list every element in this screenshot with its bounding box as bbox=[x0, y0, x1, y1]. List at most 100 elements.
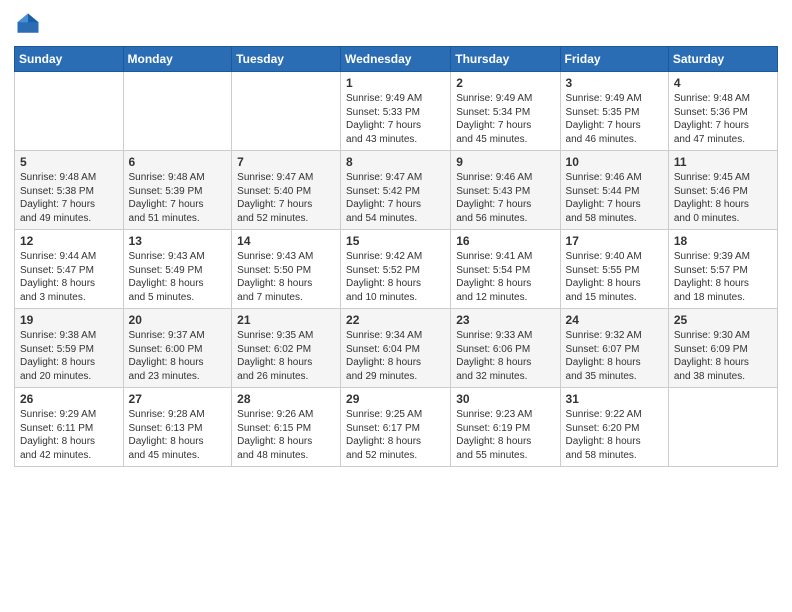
day-info: Sunrise: 9:45 AM Sunset: 5:46 PM Dayligh… bbox=[674, 171, 772, 225]
day-info: Sunrise: 9:48 AM Sunset: 5:36 PM Dayligh… bbox=[674, 92, 772, 146]
page: SundayMondayTuesdayWednesdayThursdayFrid… bbox=[0, 0, 792, 612]
day-number: 7 bbox=[237, 155, 335, 169]
day-info: Sunrise: 9:35 AM Sunset: 6:02 PM Dayligh… bbox=[237, 329, 335, 383]
day-cell: 3 Sunrise: 9:49 AM Sunset: 5:35 PM Daylig… bbox=[560, 72, 668, 151]
day-cell: 11 Sunrise: 9:45 AM Sunset: 5:46 PM Dayli… bbox=[668, 151, 777, 230]
day-info: Sunrise: 9:49 AM Sunset: 5:35 PM Dayligh… bbox=[566, 92, 663, 146]
day-number: 3 bbox=[566, 76, 663, 90]
day-cell: 29Sunrise: 9:25 AM Sunset: 6:17 PM Dayli… bbox=[341, 388, 451, 467]
week-row-2: 5 Sunrise: 9:48 AM Sunset: 5:38 PM Daylig… bbox=[15, 151, 778, 230]
day-number: 28 bbox=[237, 392, 335, 406]
day-cell: 30Sunrise: 9:23 AM Sunset: 6:19 PM Dayli… bbox=[451, 388, 560, 467]
day-cell: 8 Sunrise: 9:47 AM Sunset: 5:42 PM Daylig… bbox=[341, 151, 451, 230]
weekday-header-saturday: Saturday bbox=[668, 47, 777, 72]
day-number: 1 bbox=[346, 76, 445, 90]
day-cell: 19Sunrise: 9:38 AM Sunset: 5:59 PM Dayli… bbox=[15, 309, 124, 388]
day-info: Sunrise: 9:28 AM Sunset: 6:13 PM Dayligh… bbox=[129, 408, 227, 462]
day-cell: 21 Sunrise: 9:35 AM Sunset: 6:02 PM Dayli… bbox=[232, 309, 341, 388]
header bbox=[14, 10, 778, 38]
day-info: Sunrise: 9:34 AM Sunset: 6:04 PM Dayligh… bbox=[346, 329, 445, 383]
day-cell: 9 Sunrise: 9:46 AM Sunset: 5:43 PM Daylig… bbox=[451, 151, 560, 230]
day-cell: 28 Sunrise: 9:26 AM Sunset: 6:15 PM Dayli… bbox=[232, 388, 341, 467]
day-number: 24 bbox=[566, 313, 663, 327]
day-number: 15 bbox=[346, 234, 445, 248]
day-number: 13 bbox=[129, 234, 227, 248]
day-cell bbox=[123, 72, 232, 151]
day-info: Sunrise: 9:39 AM Sunset: 5:57 PM Dayligh… bbox=[674, 250, 772, 304]
day-number: 18 bbox=[674, 234, 772, 248]
weekday-header-tuesday: Tuesday bbox=[232, 47, 341, 72]
day-info: Sunrise: 9:22 AM Sunset: 6:20 PM Dayligh… bbox=[566, 408, 663, 462]
day-info: Sunrise: 9:42 AM Sunset: 5:52 PM Dayligh… bbox=[346, 250, 445, 304]
day-info: Sunrise: 9:32 AM Sunset: 6:07 PM Dayligh… bbox=[566, 329, 663, 383]
day-cell: 20Sunrise: 9:37 AM Sunset: 6:00 PM Dayli… bbox=[123, 309, 232, 388]
day-number: 21 bbox=[237, 313, 335, 327]
day-number: 5 bbox=[20, 155, 118, 169]
day-info: Sunrise: 9:33 AM Sunset: 6:06 PM Dayligh… bbox=[456, 329, 554, 383]
calendar-body: 1 Sunrise: 9:49 AM Sunset: 5:33 PM Daylig… bbox=[15, 72, 778, 467]
day-number: 10 bbox=[566, 155, 663, 169]
day-cell: 10 Sunrise: 9:46 AM Sunset: 5:44 PM Dayli… bbox=[560, 151, 668, 230]
day-info: Sunrise: 9:49 AM Sunset: 5:33 PM Dayligh… bbox=[346, 92, 445, 146]
day-number: 27 bbox=[129, 392, 227, 406]
day-cell: 27 Sunrise: 9:28 AM Sunset: 6:13 PM Dayli… bbox=[123, 388, 232, 467]
day-number: 31 bbox=[566, 392, 663, 406]
week-row-5: 26 Sunrise: 9:29 AM Sunset: 6:11 PM Dayli… bbox=[15, 388, 778, 467]
day-info: Sunrise: 9:43 AM Sunset: 5:50 PM Dayligh… bbox=[237, 250, 335, 304]
weekday-row: SundayMondayTuesdayWednesdayThursdayFrid… bbox=[15, 47, 778, 72]
day-number: 26 bbox=[20, 392, 118, 406]
logo-icon bbox=[14, 10, 42, 38]
day-cell: 31 Sunrise: 9:22 AM Sunset: 6:20 PM Dayli… bbox=[560, 388, 668, 467]
logo bbox=[14, 10, 46, 38]
day-number: 19 bbox=[20, 313, 118, 327]
day-cell: 6 Sunrise: 9:48 AM Sunset: 5:39 PM Daylig… bbox=[123, 151, 232, 230]
day-cell: 7 Sunrise: 9:47 AM Sunset: 5:40 PM Daylig… bbox=[232, 151, 341, 230]
day-cell: 4 Sunrise: 9:48 AM Sunset: 5:36 PM Daylig… bbox=[668, 72, 777, 151]
day-cell: 12 Sunrise: 9:44 AM Sunset: 5:47 PM Dayli… bbox=[15, 230, 124, 309]
day-cell bbox=[232, 72, 341, 151]
day-number: 6 bbox=[129, 155, 227, 169]
day-info: Sunrise: 9:30 AM Sunset: 6:09 PM Dayligh… bbox=[674, 329, 772, 383]
day-info: Sunrise: 9:43 AM Sunset: 5:49 PM Dayligh… bbox=[129, 250, 227, 304]
day-info: Sunrise: 9:25 AM Sunset: 6:17 PM Dayligh… bbox=[346, 408, 445, 462]
day-info: Sunrise: 9:37 AM Sunset: 6:00 PM Dayligh… bbox=[129, 329, 227, 383]
day-number: 17 bbox=[566, 234, 663, 248]
day-info: Sunrise: 9:46 AM Sunset: 5:43 PM Dayligh… bbox=[456, 171, 554, 225]
day-cell: 13 Sunrise: 9:43 AM Sunset: 5:49 PM Dayli… bbox=[123, 230, 232, 309]
day-info: Sunrise: 9:48 AM Sunset: 5:39 PM Dayligh… bbox=[129, 171, 227, 225]
day-cell: 24 Sunrise: 9:32 AM Sunset: 6:07 PM Dayli… bbox=[560, 309, 668, 388]
day-info: Sunrise: 9:47 AM Sunset: 5:42 PM Dayligh… bbox=[346, 171, 445, 225]
day-info: Sunrise: 9:26 AM Sunset: 6:15 PM Dayligh… bbox=[237, 408, 335, 462]
day-cell: 16 Sunrise: 9:41 AM Sunset: 5:54 PM Dayli… bbox=[451, 230, 560, 309]
day-cell bbox=[15, 72, 124, 151]
day-cell: 15 Sunrise: 9:42 AM Sunset: 5:52 PM Dayli… bbox=[341, 230, 451, 309]
calendar-header: SundayMondayTuesdayWednesdayThursdayFrid… bbox=[15, 47, 778, 72]
day-cell: 22Sunrise: 9:34 AM Sunset: 6:04 PM Dayli… bbox=[341, 309, 451, 388]
weekday-header-sunday: Sunday bbox=[15, 47, 124, 72]
week-row-1: 1 Sunrise: 9:49 AM Sunset: 5:33 PM Daylig… bbox=[15, 72, 778, 151]
week-row-4: 19Sunrise: 9:38 AM Sunset: 5:59 PM Dayli… bbox=[15, 309, 778, 388]
weekday-header-monday: Monday bbox=[123, 47, 232, 72]
weekday-header-wednesday: Wednesday bbox=[341, 47, 451, 72]
day-cell: 18 Sunrise: 9:39 AM Sunset: 5:57 PM Dayli… bbox=[668, 230, 777, 309]
day-info: Sunrise: 9:29 AM Sunset: 6:11 PM Dayligh… bbox=[20, 408, 118, 462]
day-number: 11 bbox=[674, 155, 772, 169]
day-info: Sunrise: 9:40 AM Sunset: 5:55 PM Dayligh… bbox=[566, 250, 663, 304]
day-info: Sunrise: 9:49 AM Sunset: 5:34 PM Dayligh… bbox=[456, 92, 554, 146]
day-number: 4 bbox=[674, 76, 772, 90]
day-number: 14 bbox=[237, 234, 335, 248]
day-info: Sunrise: 9:47 AM Sunset: 5:40 PM Dayligh… bbox=[237, 171, 335, 225]
day-cell: 17 Sunrise: 9:40 AM Sunset: 5:55 PM Dayli… bbox=[560, 230, 668, 309]
week-row-3: 12 Sunrise: 9:44 AM Sunset: 5:47 PM Dayli… bbox=[15, 230, 778, 309]
day-info: Sunrise: 9:46 AM Sunset: 5:44 PM Dayligh… bbox=[566, 171, 663, 225]
weekday-header-friday: Friday bbox=[560, 47, 668, 72]
day-info: Sunrise: 9:44 AM Sunset: 5:47 PM Dayligh… bbox=[20, 250, 118, 304]
day-info: Sunrise: 9:48 AM Sunset: 5:38 PM Dayligh… bbox=[20, 171, 118, 225]
day-number: 16 bbox=[456, 234, 554, 248]
day-number: 12 bbox=[20, 234, 118, 248]
day-number: 8 bbox=[346, 155, 445, 169]
day-cell: 23Sunrise: 9:33 AM Sunset: 6:06 PM Dayli… bbox=[451, 309, 560, 388]
day-info: Sunrise: 9:41 AM Sunset: 5:54 PM Dayligh… bbox=[456, 250, 554, 304]
day-number: 9 bbox=[456, 155, 554, 169]
day-number: 30 bbox=[456, 392, 554, 406]
